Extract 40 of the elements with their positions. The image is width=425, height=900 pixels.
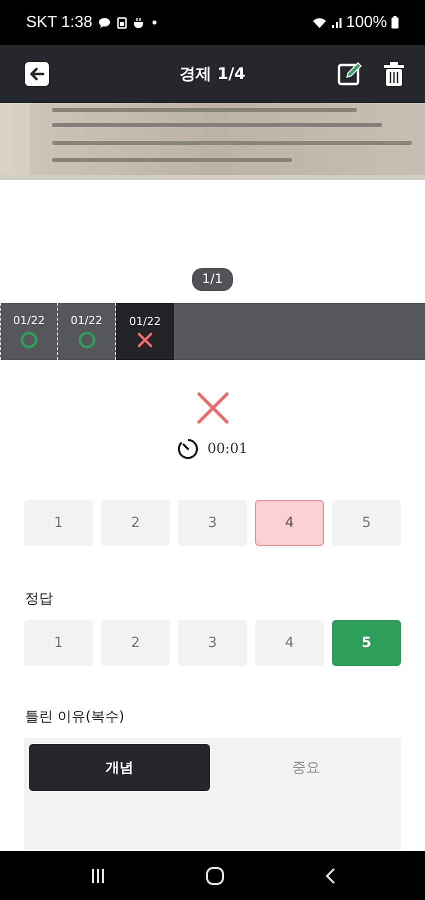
edit-icon — [337, 61, 363, 87]
elapsed-time: 00:01 — [207, 441, 248, 457]
answer-option[interactable]: 5 — [332, 500, 401, 546]
answer-option[interactable]: 1 — [24, 620, 93, 666]
answer-option[interactable]: 3 — [178, 620, 247, 666]
answer-option[interactable]: 3 — [178, 500, 247, 546]
circle-icon — [20, 331, 38, 349]
reason-option[interactable]: 중요 — [216, 744, 396, 791]
home-icon — [204, 866, 224, 886]
answer-option[interactable]: 4 — [255, 620, 324, 666]
timer-icon — [177, 438, 200, 460]
dot-icon — [152, 20, 158, 25]
history-item[interactable]: 01/22 — [116, 303, 174, 360]
screen-title: 경제 1/4 — [180, 64, 246, 84]
section-label: 정답 — [24, 590, 54, 608]
reason-option[interactable]: 개념 — [29, 744, 210, 791]
wifi-icon — [312, 16, 328, 28]
sim-card-icon — [117, 16, 128, 28]
section-label: 틀린 이유(복수) — [24, 708, 126, 726]
battery-icon — [391, 16, 399, 29]
wrong-mark-icon — [196, 392, 228, 424]
status-time: SKT 1:38 — [26, 14, 92, 32]
answer-option[interactable]: 1 — [24, 500, 93, 546]
back-icon — [324, 866, 336, 884]
signal-icon — [331, 16, 342, 28]
recents-icon — [90, 868, 106, 884]
delete-button[interactable] — [383, 61, 405, 87]
answer-option[interactable]: 2 — [101, 500, 170, 546]
trash-icon — [383, 61, 405, 87]
history-item[interactable]: 01/22 — [0, 303, 58, 360]
cross-icon — [137, 332, 153, 348]
circle-icon — [78, 331, 96, 349]
back-button[interactable] — [24, 61, 50, 87]
edit-button[interactable] — [337, 61, 363, 87]
answer-option[interactable]: 4 — [255, 500, 324, 546]
answer-option[interactable]: 5 — [332, 620, 401, 666]
chat-icon — [98, 16, 112, 28]
answer-option[interactable]: 2 — [101, 620, 170, 666]
battery-percent: 100% — [346, 14, 387, 32]
page-indicator: 1/1 — [192, 268, 233, 291]
